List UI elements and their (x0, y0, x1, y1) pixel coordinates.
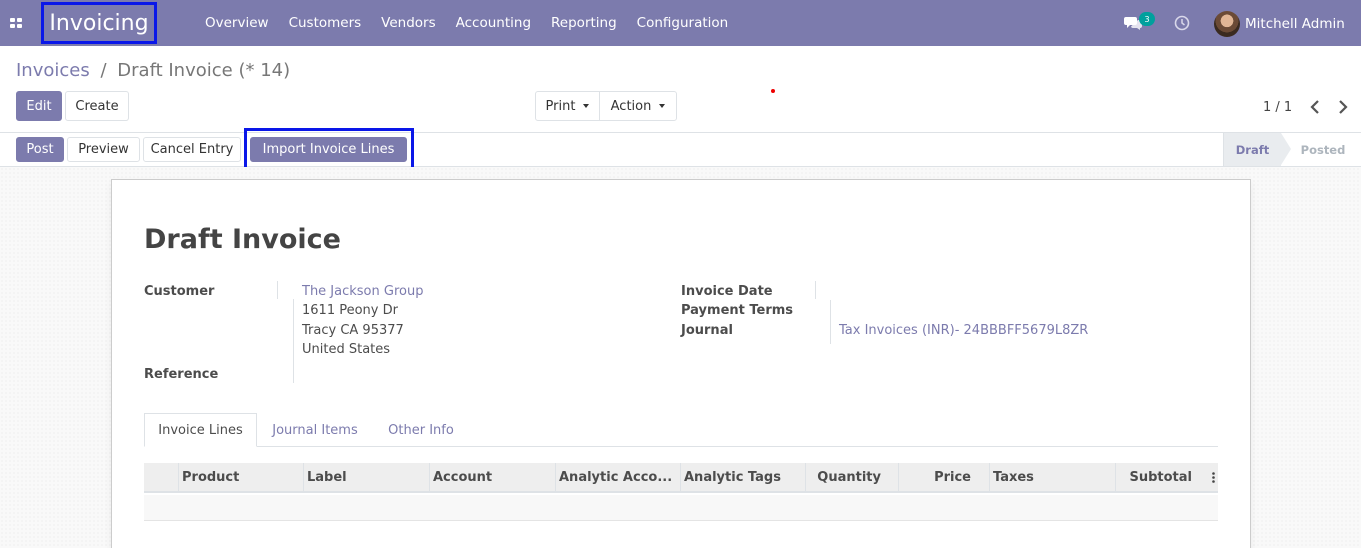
tab-journal-items[interactable]: Journal Items (262, 413, 368, 447)
red-dot-marker (771, 89, 775, 93)
messages-count-badge: 3 (1139, 12, 1155, 26)
field-divider (293, 299, 294, 383)
column-header-analytic-account[interactable]: Analytic Acco... (555, 463, 680, 491)
invoice-date-label: Invoice Date (681, 284, 773, 299)
preview-button[interactable]: Preview (67, 137, 140, 162)
clock-icon[interactable] (1174, 15, 1190, 31)
customer-link[interactable]: The Jackson Group (302, 284, 423, 299)
field-divider (815, 281, 816, 299)
journal-label: Journal (681, 323, 733, 338)
column-header-subtotal[interactable]: Subtotal (1115, 463, 1218, 491)
column-header-quantity[interactable]: Quantity (805, 463, 898, 491)
column-header-account[interactable]: Account (429, 463, 555, 491)
field-divider (277, 281, 278, 299)
action-dropdown[interactable]: Action (599, 91, 677, 121)
menu-item-overview[interactable]: Overview (195, 15, 279, 31)
page-title: Draft Invoice (144, 224, 341, 255)
field-divider (830, 300, 831, 344)
menu-item-vendors[interactable]: Vendors (371, 15, 445, 31)
tab-invoice-lines[interactable]: Invoice Lines (144, 413, 257, 447)
breadcrumb-current: Draft Invoice (* 14) (117, 60, 291, 81)
table-row[interactable] (144, 495, 1218, 521)
status-bar: Post Preview Cancel Entry Import Invoice… (0, 133, 1361, 167)
cancel-entry-button[interactable]: Cancel Entry (143, 137, 241, 162)
apps-grid-icon[interactable] (10, 18, 22, 29)
journal-link[interactable]: Tax Invoices (INR)- 24BBBFF5679L8ZR (839, 323, 1088, 338)
breadcrumb-invoices-link[interactable]: Invoices (16, 60, 90, 81)
invoice-lines-table-header: Product Label Account Analytic Acco... A… (144, 463, 1218, 493)
action-label: Action (610, 98, 652, 114)
menu-item-customers[interactable]: Customers (279, 15, 372, 31)
edit-button[interactable]: Edit (16, 91, 62, 121)
print-dropdown[interactable]: Print (535, 91, 600, 121)
app-brand[interactable]: Invoicing (41, 2, 157, 44)
menu-item-reporting[interactable]: Reporting (541, 15, 627, 31)
caret-down-icon (659, 104, 666, 108)
customer-address-line: United States (302, 342, 391, 357)
import-button-highlight (244, 128, 414, 170)
kebab-icon[interactable] (1212, 472, 1215, 483)
chevron-left-icon[interactable] (1308, 98, 1322, 116)
stage-draft[interactable]: Draft (1223, 133, 1291, 166)
customer-address-line: 1611 Peony Dr (302, 303, 398, 318)
pager-value[interactable]: 1 / 1 (1263, 100, 1292, 115)
chevron-right-icon[interactable] (1336, 98, 1350, 116)
column-header-analytic-tags[interactable]: Analytic Tags (680, 463, 805, 491)
column-header-price[interactable]: Price (898, 463, 989, 491)
create-button[interactable]: Create (65, 91, 129, 121)
tab-other-info[interactable]: Other Info (378, 413, 464, 447)
stage-posted[interactable]: Posted (1290, 133, 1356, 166)
column-header-product[interactable]: Product (178, 463, 303, 491)
user-name[interactable]: Mitchell Admin (1245, 16, 1345, 32)
customer-address-line: Tracy CA 95377 (302, 323, 404, 338)
control-panel: Invoices / Draft Invoice (* 14) Edit Cre… (0, 46, 1361, 133)
reference-label: Reference (144, 367, 219, 382)
caret-down-icon (583, 104, 590, 108)
main-menu: Overview Customers Vendors Accounting Re… (195, 0, 738, 46)
column-header-taxes[interactable]: Taxes (989, 463, 1115, 491)
payment-terms-label: Payment Terms (681, 303, 794, 318)
print-label: Print (545, 98, 576, 114)
menu-item-configuration[interactable]: Configuration (627, 15, 739, 31)
post-button[interactable]: Post (16, 137, 64, 162)
breadcrumb: Invoices / Draft Invoice (* 14) (16, 60, 290, 81)
breadcrumb-separator: / (100, 60, 107, 81)
customer-label: Customer (144, 284, 215, 299)
menu-item-accounting[interactable]: Accounting (446, 15, 541, 31)
column-header-label[interactable]: Label (303, 463, 429, 491)
avatar[interactable] (1214, 11, 1240, 37)
top-navbar: Invoicing Overview Customers Vendors Acc… (0, 0, 1361, 46)
